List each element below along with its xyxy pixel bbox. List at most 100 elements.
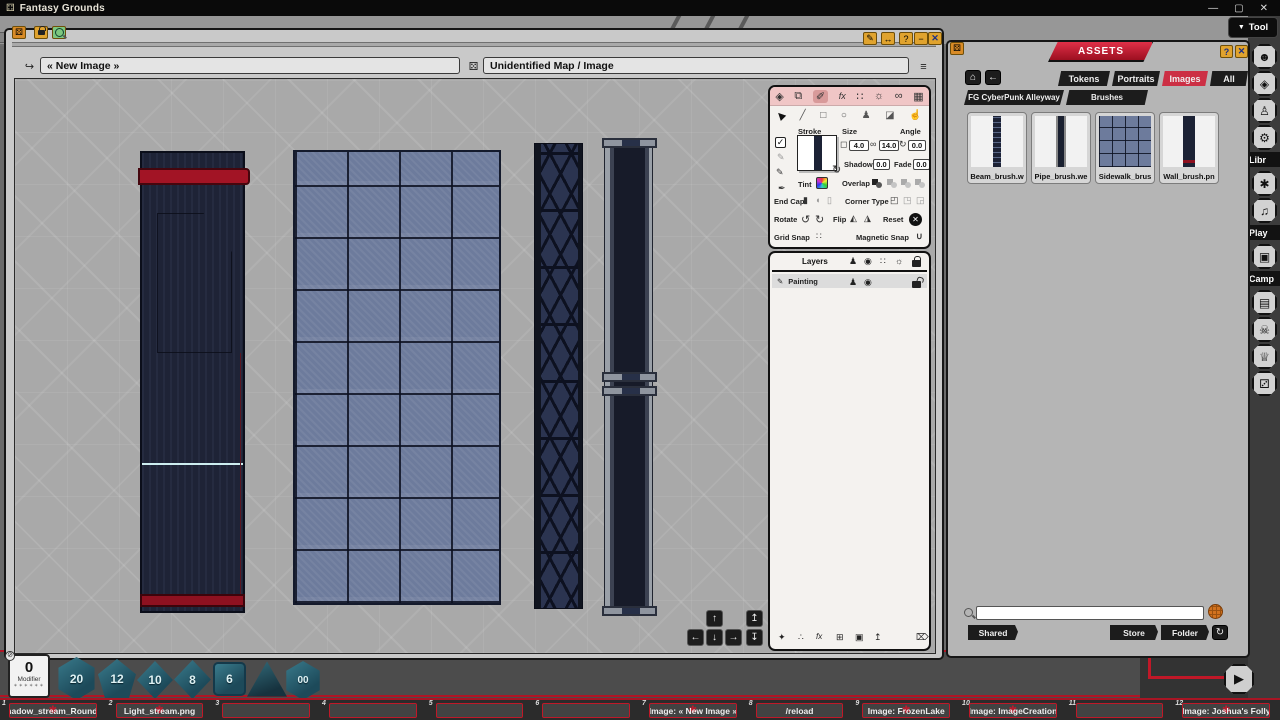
window-dice-icon[interactable]: ⚄ <box>12 26 26 39</box>
eyedropper-icon[interactable]: ✒ <box>778 183 786 194</box>
angle-rotate-icon[interactable]: ↻ <box>899 139 907 150</box>
home-button[interactable]: ⌂ <box>965 70 981 85</box>
angle-field[interactable]: 0.0 <box>908 140 926 151</box>
layer-visibility-icon[interactable]: ◉ <box>864 277 872 288</box>
window-close-button[interactable]: ✕ <box>928 32 942 45</box>
zoom-in-button[interactable]: ↥ <box>746 610 763 627</box>
minimize-button[interactable]: — <box>1208 3 1218 14</box>
sidebar-item-notes[interactable]: ▤ <box>1252 290 1277 315</box>
sidebar-item-modules[interactable]: ✱ <box>1252 171 1277 196</box>
pan-right-button[interactable]: → <box>725 629 742 646</box>
image-name-field[interactable]: « New Image » <box>40 57 460 74</box>
tab-images[interactable]: Images <box>1162 71 1208 86</box>
pan-left-button[interactable]: ← <box>687 629 704 646</box>
window-lock-icon[interactable] <box>34 26 48 39</box>
asset-beam-brush[interactable]: Beam_brush.w <box>967 112 1027 184</box>
lock-all-icon[interactable] <box>912 260 921 267</box>
pipe-brush-stroke[interactable] <box>604 139 653 615</box>
wand-icon[interactable]: ✦ <box>778 632 786 643</box>
grid-dots-icon[interactable]: ∷ <box>856 90 863 103</box>
edit-pencil-icon[interactable]: ✎ <box>776 167 784 178</box>
tool-menu-button[interactable]: ▼ Tool <box>1228 17 1278 38</box>
rotate-cw-icon[interactable]: ↻ <box>815 213 824 226</box>
sidebar-item-tables[interactable]: ⚂ <box>1252 371 1277 396</box>
hotkey-slot[interactable]: 1✱Shadow_stream_Round.p <box>0 700 107 720</box>
rect-tool-icon[interactable]: □ <box>820 110 826 121</box>
window-edit-button[interactable]: ✎ <box>863 32 877 45</box>
stroke-preview[interactable] <box>797 135 837 171</box>
hotkey-slot[interactable]: 8/reload <box>747 700 854 720</box>
grid-snap-icon[interactable]: ∷ <box>816 231 822 242</box>
trash-icon[interactable]: ⌦ <box>916 632 929 643</box>
hotkey-slot[interactable]: 5 <box>427 700 534 720</box>
cap-square-icon[interactable]: ▯ <box>827 195 832 206</box>
size-square-icon[interactable]: ◻ <box>840 139 847 150</box>
asset-search-input[interactable] <box>976 606 1204 620</box>
tab-portraits[interactable]: Portraits <box>1112 71 1160 86</box>
wall-brush-stroke[interactable] <box>140 151 245 613</box>
hotkey-slot[interactable]: 7✱Image: « New Image » <box>640 700 747 720</box>
asset-sidewalk-brush[interactable]: Sidewalk_brus <box>1095 112 1155 184</box>
sidebar-item-party[interactable]: ☻ <box>1252 44 1277 69</box>
shadow-field[interactable]: 0.0 <box>873 159 890 170</box>
image-icon[interactable]: ▣ <box>855 632 864 643</box>
sidebar-item-options[interactable]: ⚙ <box>1252 125 1277 150</box>
visibility-icon[interactable]: ◉ <box>864 256 872 267</box>
close-button[interactable]: ✕ <box>1260 3 1268 14</box>
image-type-field[interactable]: Unidentified Map / Image <box>483 57 909 74</box>
play-button[interactable]: ▶ <box>1224 664 1254 694</box>
overlap-option-2[interactable] <box>887 179 897 188</box>
cap-round-icon[interactable]: ◖ <box>815 195 820 205</box>
rotate-ccw-icon[interactable]: ↺ <box>801 213 810 226</box>
rotate-preview-icon[interactable]: ↻ <box>832 163 841 176</box>
assets-title-banner[interactable]: Assets <box>1048 40 1154 62</box>
window-minimize-button[interactable]: − <box>914 32 928 45</box>
mask-icon[interactable]: ∞ <box>895 90 903 102</box>
fx-mode-icon[interactable]: fx <box>839 91 846 101</box>
modifier-box[interactable]: ⊘ 0 Modifier ✶✶✶✶✶✶ <box>8 654 50 698</box>
fade-field[interactable]: 0.0 <box>913 159 930 170</box>
tint-color-swatch[interactable] <box>816 177 828 189</box>
paint-mode-icon[interactable]: ✐ <box>813 90 828 103</box>
hotkey-slot[interactable]: 4 <box>320 700 427 720</box>
hotkey-slot[interactable]: 12✱Image: Joshua's Folly <box>1173 700 1280 720</box>
beam-brush-stroke[interactable] <box>534 143 583 609</box>
share-icon[interactable]: ↪ <box>22 59 37 74</box>
d6-die[interactable]: 6 <box>213 662 246 696</box>
hotkey-slot[interactable]: 3 <box>213 700 320 720</box>
layer-edit-icon[interactable]: ✎ <box>777 277 783 286</box>
width-field[interactable]: 14.0 <box>879 140 899 151</box>
tab-all[interactable]: All <box>1210 71 1248 86</box>
node-link-icon[interactable]: ∴ <box>798 632 804 643</box>
sidebar-item-sound[interactable]: ♫ <box>1252 198 1277 223</box>
refresh-button[interactable]: ↻ <box>1212 625 1228 640</box>
sidebar-section-play[interactable]: Play <box>1246 225 1280 240</box>
fx-icon[interactable]: fx <box>816 632 822 641</box>
hotkey-slot[interactable]: 11 <box>1067 700 1174 720</box>
corner-miter-icon[interactable]: ◰ <box>890 195 899 206</box>
assets-close-button[interactable]: ✕ <box>1235 45 1248 58</box>
sidebar-item-npcs[interactable]: ☠ <box>1252 317 1277 342</box>
line-tool-icon[interactable]: ╱ <box>800 110 806 121</box>
layer-move-icon[interactable]: ♟ <box>849 256 857 267</box>
breadcrumb-module[interactable]: FG CyberPunk Alleyway <box>964 90 1064 105</box>
store-button[interactable]: Store <box>1110 625 1158 640</box>
link-icon[interactable]: ∞ <box>870 139 876 149</box>
cap-butt-icon[interactable]: ▮ <box>803 195 808 206</box>
pan-down-button[interactable]: ↓ <box>706 629 723 646</box>
flip-horizontal-icon[interactable]: ◭ <box>850 213 857 224</box>
reset-button[interactable]: ✕ <box>909 213 922 226</box>
overlap-option-1[interactable] <box>872 179 882 188</box>
layer-move-icon[interactable]: ♟ <box>849 277 857 288</box>
flip-vertical-icon[interactable]: ◮ <box>864 213 871 224</box>
hotkey-slot[interactable]: 2✱Light_stream.png <box>107 700 214 720</box>
hotkey-slot[interactable]: 9✱Image: FrozenLake <box>853 700 960 720</box>
asset-grid-button[interactable] <box>1208 604 1223 619</box>
hotkey-slot[interactable]: 6 <box>533 700 640 720</box>
corner-bevel-icon[interactable]: ◲ <box>916 195 925 206</box>
grid-mode-icon[interactable]: ▦ <box>913 90 923 103</box>
tab-tokens[interactable]: Tokens <box>1058 71 1110 86</box>
sidebar-item-images[interactable]: ▣ <box>1252 244 1277 269</box>
zoom-out-button[interactable]: ↧ <box>746 629 763 646</box>
export-icon[interactable]: ↥ <box>874 632 882 643</box>
